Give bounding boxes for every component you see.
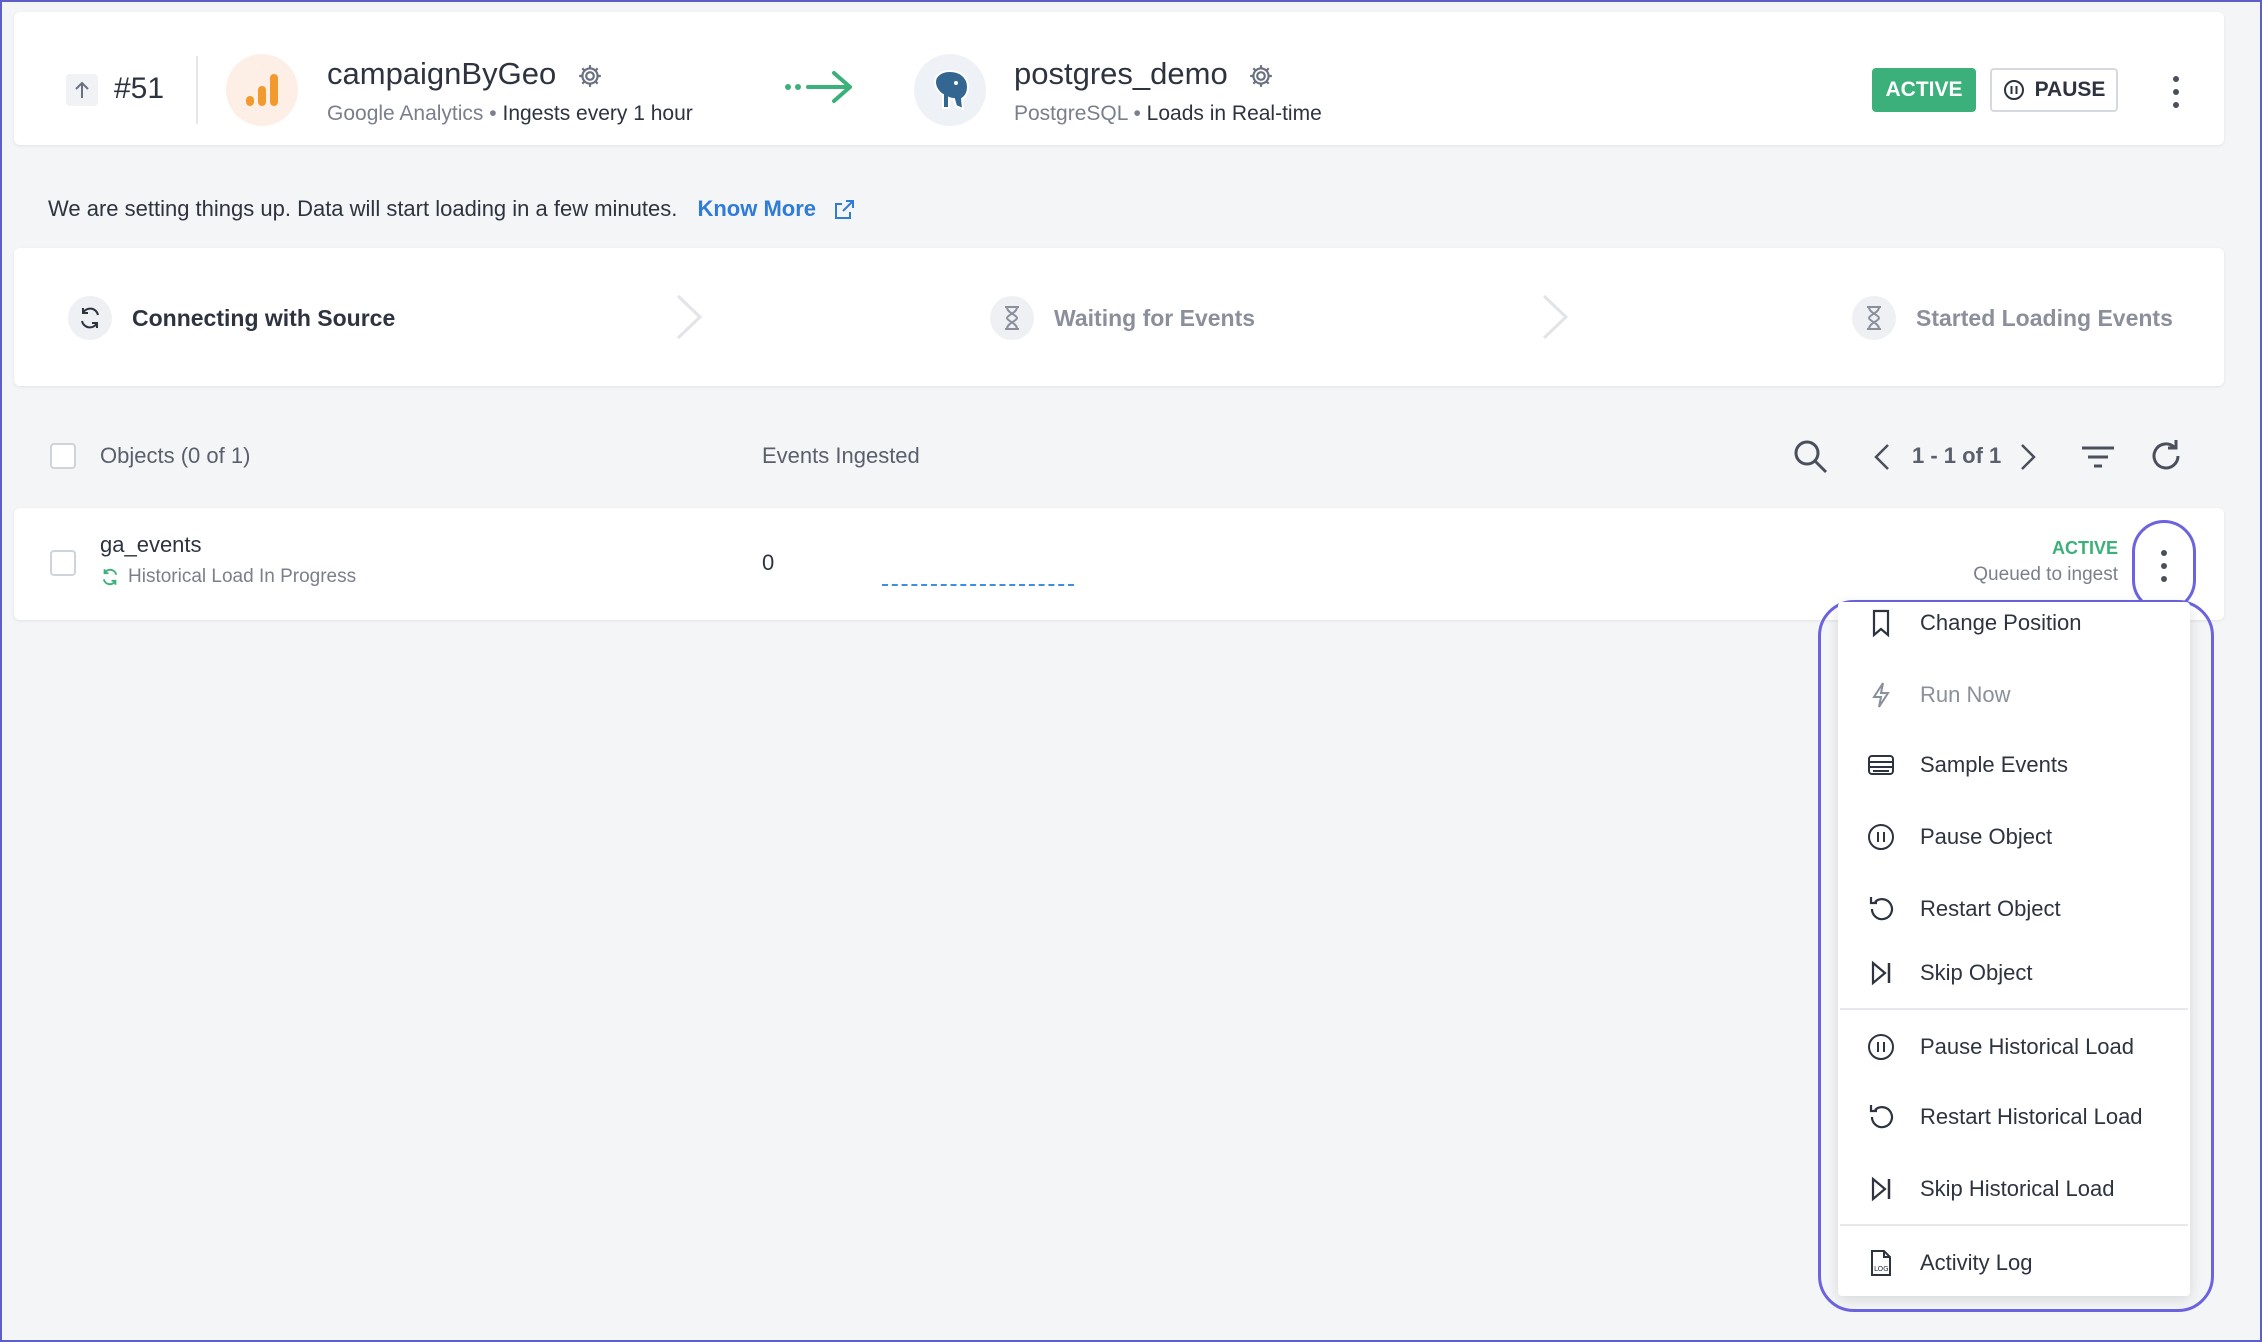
- restart-icon: [1869, 897, 1894, 921]
- google-analytics-logo: [226, 54, 298, 126]
- pagination-text: 1 - 1 of 1: [1912, 443, 2002, 468]
- pipeline-arrow-icon: [785, 71, 852, 103]
- svg-text:LOG: LOG: [1874, 1265, 1889, 1273]
- pause-circle-icon: [1868, 1034, 1894, 1060]
- setup-progress: Connecting with Source Waiting for Event…: [14, 248, 2224, 386]
- menu-item-restart-historical-load[interactable]: Restart Historical Load: [1866, 1102, 2143, 1132]
- menu-item-pause-historical-load[interactable]: Pause Historical Load: [1866, 1032, 2134, 1062]
- search-icon[interactable]: [1792, 438, 1830, 476]
- object-status-detail: Queued to ingest: [1973, 564, 2118, 585]
- object-sub-status: Historical Load In Progress: [100, 566, 356, 588]
- pause-circle-icon: [1868, 824, 1894, 850]
- events-ingested-count: 0: [762, 550, 775, 575]
- log-file-icon: LOG: [1871, 1250, 1891, 1276]
- skip-icon: [1871, 1176, 1891, 1202]
- destination-name[interactable]: postgres_demo: [1014, 56, 1274, 92]
- object-status: ACTIVE: [2051, 538, 2118, 558]
- skip-icon: [1871, 960, 1891, 986]
- row-more-options-icon[interactable]: [2132, 520, 2196, 612]
- stack-icon: [1868, 755, 1894, 775]
- gear-icon[interactable]: [577, 63, 603, 89]
- menu-item-skip-object[interactable]: Skip Object: [1866, 958, 2033, 988]
- refresh-icon[interactable]: [2148, 438, 2184, 474]
- setup-info: We are setting things up. Data will star…: [48, 196, 856, 222]
- chevron-left-icon[interactable]: [1872, 442, 1892, 472]
- events-column-header: Events Ingested: [762, 443, 920, 468]
- know-more-link[interactable]: Know More: [697, 196, 816, 221]
- pause-button[interactable]: PAUSE: [1990, 68, 2118, 112]
- filter-icon[interactable]: [2080, 442, 2116, 472]
- select-all-checkbox[interactable]: [50, 443, 76, 469]
- hourglass-icon: [1852, 296, 1896, 340]
- pipeline-number: #51: [114, 72, 165, 105]
- gear-icon[interactable]: [1248, 63, 1274, 89]
- chevron-right-icon[interactable]: [2018, 442, 2038, 472]
- menu-item-change-position[interactable]: Change Position: [1866, 608, 2081, 638]
- step-started-loading-events: Started Loading Events: [1852, 296, 2173, 340]
- menu-item-sample-events[interactable]: Sample Events: [1866, 750, 2068, 780]
- lightning-icon: [1872, 682, 1890, 708]
- step-waiting-for-events: Waiting for Events: [990, 296, 1255, 340]
- object-actions-menu: Change Position Run Now Sample Events Pa…: [1838, 602, 2190, 1296]
- sync-icon: [68, 296, 112, 340]
- arrow-up-icon: [75, 81, 89, 98]
- elephant-icon: [933, 69, 970, 111]
- events-sparkline: [882, 584, 1074, 590]
- menu-item-run-now[interactable]: Run Now: [1866, 680, 2010, 710]
- menu-item-restart-object[interactable]: Restart Object: [1866, 894, 2061, 924]
- change-position-button[interactable]: [66, 74, 98, 106]
- objects-column-header: Objects (0 of 1): [100, 443, 251, 468]
- object-name[interactable]: ga_events: [100, 532, 202, 558]
- sync-icon: [102, 568, 118, 586]
- step-connecting-with-source: Connecting with Source: [68, 296, 395, 340]
- row-checkbox[interactable]: [50, 550, 76, 576]
- chevron-right-icon: [676, 294, 703, 340]
- external-link-icon[interactable]: [832, 198, 856, 222]
- divider: [196, 56, 198, 124]
- pause-circle-icon: [2003, 80, 2024, 100]
- source-name[interactable]: campaignByGeo: [327, 56, 603, 92]
- source-details: Google Analytics • Ingests every 1 hour: [327, 102, 693, 125]
- postgresql-logo: [914, 54, 986, 126]
- menu-item-skip-historical-load[interactable]: Skip Historical Load: [1866, 1174, 2114, 1204]
- menu-item-pause-object[interactable]: Pause Object: [1866, 822, 2052, 852]
- pipeline-header: #51 campaignByGeo Google Analytics • Ing…: [14, 12, 2224, 145]
- more-options-icon[interactable]: [2164, 72, 2188, 112]
- destination-details: PostgreSQL • Loads in Real-time: [1014, 102, 1322, 125]
- restart-icon: [1869, 1105, 1894, 1129]
- status-badge: ACTIVE: [1872, 68, 1976, 112]
- chevron-right-icon: [1542, 294, 1569, 340]
- menu-divider: [1840, 1008, 2188, 1010]
- bookmark-icon: [1872, 609, 1890, 638]
- hourglass-icon: [990, 296, 1034, 340]
- menu-item-activity-log[interactable]: LOG Activity Log: [1866, 1248, 2033, 1278]
- menu-divider: [1840, 1224, 2188, 1226]
